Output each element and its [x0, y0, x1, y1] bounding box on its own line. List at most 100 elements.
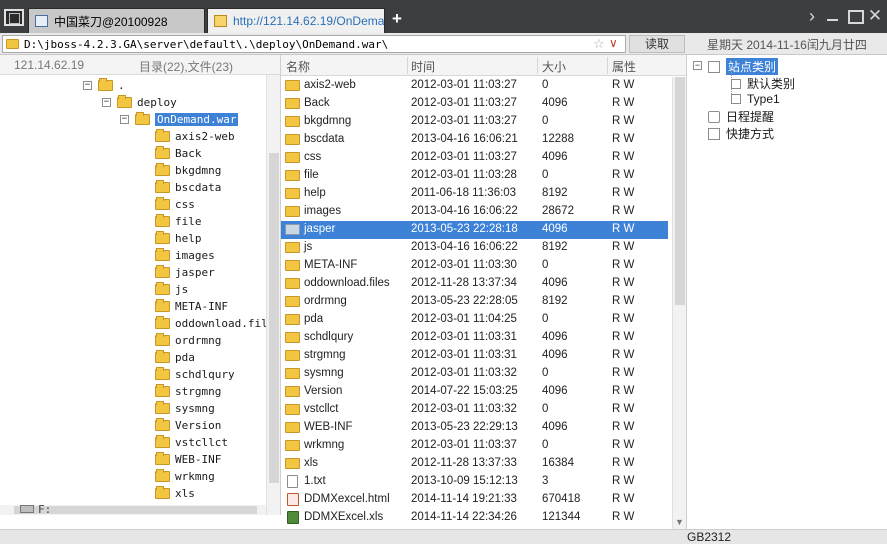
tree-node-ondemand[interactable]: OnDemand.war [135, 111, 239, 128]
tree-node[interactable]: pda [155, 349, 195, 366]
tree-node-label: WEB-INF [175, 453, 222, 466]
file-row[interactable]: Version 2014-07-22 15:03:25 4096 R W [281, 383, 668, 401]
file-row[interactable]: file 2012-03-01 11:03:28 0 R W [281, 167, 668, 185]
tree-node[interactable]: bscdata [155, 179, 221, 196]
tree-node-label: images [175, 249, 215, 262]
file-row[interactable]: js 2013-04-16 16:06:22 8192 R W [281, 239, 668, 257]
file-row[interactable]: help 2011-06-18 11:36:03 8192 R W [281, 185, 668, 203]
tree-node[interactable]: bkgdmng [155, 162, 221, 179]
chevron-right-icon[interactable]: › [803, 7, 821, 25]
file-name: Back [304, 97, 330, 109]
default-category-node[interactable]: 默认类别 [731, 75, 795, 92]
tree-node[interactable]: wrkmng [155, 468, 215, 485]
file-row[interactable]: ordrmng 2013-05-23 22:28:05 8192 R W [281, 293, 668, 311]
file-attr: R W [612, 133, 635, 145]
tree-node[interactable]: images [155, 247, 215, 264]
file-size: 0 [542, 367, 549, 379]
file-row[interactable]: xls 2012-11-28 13:37:33 16384 R W [281, 455, 668, 473]
tree-node[interactable]: sysmng [155, 400, 215, 417]
tree-node[interactable]: axis2-web [155, 128, 235, 145]
file-row[interactable]: wrkmng 2012-03-01 11:03:37 0 R W [281, 437, 668, 455]
maximize-button[interactable] [845, 7, 864, 25]
file-row[interactable]: jasper 2013-05-23 22:28:18 4096 R W [281, 221, 668, 239]
tree-node[interactable]: help [155, 230, 202, 247]
tree-node[interactable]: xls [155, 485, 195, 502]
chevron-down-icon[interactable]: ∨ [609, 36, 618, 50]
column-divider[interactable] [537, 57, 538, 74]
tree-node-label: deploy [137, 96, 177, 109]
file-name: axis2-web [304, 79, 356, 91]
file-row[interactable]: sysmng 2012-03-01 11:03:32 0 R W [281, 365, 668, 383]
file-row[interactable]: META-INF 2012-03-01 11:03:30 0 R W [281, 257, 668, 275]
file-row[interactable]: images 2013-04-16 16:06:22 28672 R W [281, 203, 668, 221]
file-row[interactable]: axis2-web 2012-03-01 11:03:27 0 R W [281, 77, 668, 95]
file-row[interactable]: strgmng 2012-03-01 11:03:31 4096 R W [281, 347, 668, 365]
scroll-down-arrow-icon[interactable]: ▼ [673, 515, 686, 529]
column-divider[interactable] [607, 57, 608, 74]
tab-ondemand[interactable]: http://121.14.62.19/OnDema... [207, 8, 385, 33]
file-row[interactable]: oddownload.files 2012-11-28 13:37:34 4096 R… [281, 275, 668, 293]
collapse-icon[interactable]: − [120, 115, 129, 124]
collapse-icon[interactable]: − [83, 81, 92, 90]
close-button[interactable]: ✕ [866, 7, 884, 25]
tree-node[interactable]: file [155, 213, 202, 230]
file-attr: R W [612, 421, 635, 433]
tree-node-root[interactable]: . [98, 77, 125, 94]
file-row[interactable]: vstcllct 2012-03-01 11:03:32 0 R W [281, 401, 668, 419]
folder-icon [155, 316, 170, 329]
schedule-node[interactable]: 日程提醒 [708, 108, 774, 125]
read-button[interactable]: 读取 [629, 35, 685, 53]
file-row[interactable]: DDMXExcel.xls 2014-11-14 22:34:26 121344 R … [281, 509, 668, 527]
minimize-button[interactable] [824, 7, 842, 25]
file-row[interactable]: bscdata 2013-04-16 16:06:21 12288 R W [281, 131, 668, 149]
tree-node[interactable]: js [155, 281, 188, 298]
tree-node[interactable]: oddownload.file [155, 315, 266, 332]
file-row[interactable]: WEB-INF 2013-05-23 22:29:13 4096 R W [281, 419, 668, 437]
tree-node[interactable]: Version [155, 417, 221, 434]
collapse-icon[interactable]: − [102, 98, 111, 107]
collapse-icon[interactable]: − [693, 61, 702, 70]
column-divider[interactable] [407, 57, 408, 74]
tree-node[interactable]: css [155, 196, 195, 213]
column-size[interactable]: 大小 [542, 58, 566, 74]
new-tab-button[interactable]: + [389, 10, 405, 27]
scrollbar-thumb[interactable] [269, 153, 279, 483]
tree-node[interactable]: vstcllct [155, 434, 228, 451]
file-row[interactable]: bkgdmng 2012-03-01 11:03:27 0 R W [281, 113, 668, 131]
tree-node[interactable]: META-INF [155, 298, 228, 315]
tab-caidao[interactable]: 中国菜刀@20100928 [28, 8, 205, 33]
folder-icon [285, 260, 300, 271]
file-time: 2012-11-28 13:37:34 [411, 277, 517, 289]
file-row[interactable]: pda 2012-03-01 11:04:25 0 R W [281, 311, 668, 329]
tree-node-deploy[interactable]: deploy [117, 94, 177, 111]
text-file-icon [287, 475, 298, 488]
site-category-node[interactable]: 站点类别 [708, 58, 779, 75]
tree-node[interactable]: schdlqury [155, 366, 235, 383]
file-row[interactable]: Back 2012-03-01 11:03:27 4096 R W [281, 95, 668, 113]
tree-node[interactable]: Back [155, 145, 202, 162]
tree-node[interactable]: strgmng [155, 383, 221, 400]
file-row[interactable]: 1.txt 2013-10-09 15:12:13 3 R W [281, 473, 668, 491]
tree-node[interactable]: jasper [155, 264, 215, 281]
shortcut-node[interactable]: 快捷方式 [708, 125, 774, 142]
path-input[interactable] [24, 37, 584, 52]
encoding-display[interactable]: GB2312 [687, 530, 731, 544]
folder-icon [155, 452, 170, 465]
file-row[interactable]: css 2012-03-01 11:03:27 4096 R W [281, 149, 668, 167]
type1-node[interactable]: Type1 [731, 92, 780, 106]
scrollbar-thumb[interactable] [675, 77, 685, 305]
column-name[interactable]: 名称 [286, 58, 310, 74]
star-icon[interactable]: ☆ [593, 36, 605, 52]
column-attr[interactable]: 属性 [612, 58, 636, 74]
column-time[interactable]: 时间 [411, 58, 435, 74]
file-row[interactable]: DDMXexcel.html 2014-11-14 19:21:33 670418 R… [281, 491, 668, 509]
tree-node[interactable]: WEB-INF [155, 451, 221, 468]
tree-node-drive[interactable]: F: [20, 503, 51, 515]
tree-vertical-scrollbar[interactable] [266, 75, 280, 515]
file-attr: R W [612, 493, 635, 505]
tree-node[interactable]: ordrmng [155, 332, 221, 349]
file-attr: R W [612, 439, 635, 451]
list-vertical-scrollbar[interactable]: ▼ [672, 77, 686, 529]
file-row[interactable]: schdlqury 2012-03-01 11:03:31 4096 R W [281, 329, 668, 347]
schedule-label: 日程提醒 [726, 110, 775, 124]
